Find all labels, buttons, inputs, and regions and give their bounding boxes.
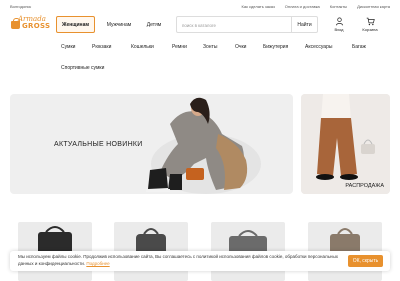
logo-word: GROSS: [22, 22, 51, 30]
category-sport-bags[interactable]: Спортивные сумки: [61, 65, 104, 71]
link-contacts[interactable]: Контакты: [330, 4, 347, 9]
cookie-more-link[interactable]: Подробнее: [86, 261, 109, 266]
cart-icon: [357, 16, 383, 27]
tab-kids[interactable]: Детям: [140, 16, 168, 33]
login-label: Вход: [334, 27, 344, 32]
cookie-banner: Мы используем файлы cookie. Продолжив ис…: [10, 251, 390, 271]
cookie-text: Мы используем файлы cookie. Продолжив ис…: [18, 254, 338, 266]
category-wallets[interactable]: Кошельки: [131, 44, 154, 50]
banner-sale-photo: [301, 94, 390, 194]
banner-model-photo: [146, 97, 261, 194]
search-button[interactable]: Найти: [291, 17, 317, 32]
banner-sale-label: РАСПРОДАЖА: [345, 183, 384, 189]
cookie-text-block: Мы используем файлы cookie. Продолжив ис…: [18, 254, 338, 267]
link-payment-delivery[interactable]: Оплата и доставка: [285, 4, 320, 9]
cookie-accept-button[interactable]: ОК, скрыть: [348, 255, 383, 267]
link-how-to-order[interactable]: Как сделать заказ: [242, 4, 275, 9]
category-backpacks[interactable]: Рюкзаки: [92, 44, 111, 50]
banner-sale[interactable]: РАСПРОДАЖА: [301, 94, 390, 194]
category-jewelry[interactable]: Бижутерия: [263, 44, 288, 50]
tab-women[interactable]: Женщинам: [56, 16, 95, 33]
category-belts[interactable]: Ремни: [172, 44, 187, 50]
link-discount-card[interactable]: Дисконтная карта: [357, 4, 390, 9]
city-selector[interactable]: Волгодонск: [10, 4, 31, 9]
logo[interactable]: Armada GROSS: [10, 15, 50, 33]
cart-label: Корзина: [362, 27, 378, 32]
category-luggage[interactable]: Багаж: [352, 44, 366, 50]
banner-title: АКТУАЛЬНЫЕ НОВИНКИ: [54, 141, 143, 148]
cart-button[interactable]: Корзина: [357, 16, 383, 35]
header: Armada GROSS Женщинам Мужчинам Детям пои…: [0, 12, 400, 38]
user-icon: [326, 16, 352, 27]
login-button[interactable]: Вход: [326, 16, 352, 35]
category-bags[interactable]: Сумки: [61, 44, 75, 50]
category-accessories[interactable]: Аксессуары: [305, 44, 332, 50]
category-glasses[interactable]: Очки: [235, 44, 246, 50]
tab-men[interactable]: Мужчинам: [102, 16, 136, 33]
banner-new-arrivals[interactable]: АКТУАЛЬНЫЕ НОВИНКИ: [10, 94, 293, 194]
top-links: Как сделать заказ Оплата и доставка Конт…: [242, 4, 390, 9]
search-box: поиск в каталоге Найти: [176, 16, 318, 33]
category-umbrellas[interactable]: Зонты: [203, 44, 217, 50]
top-bar: Волгодонск Как сделать заказ Оплата и до…: [0, 0, 400, 12]
search-input[interactable]: поиск в каталоге: [182, 23, 216, 28]
